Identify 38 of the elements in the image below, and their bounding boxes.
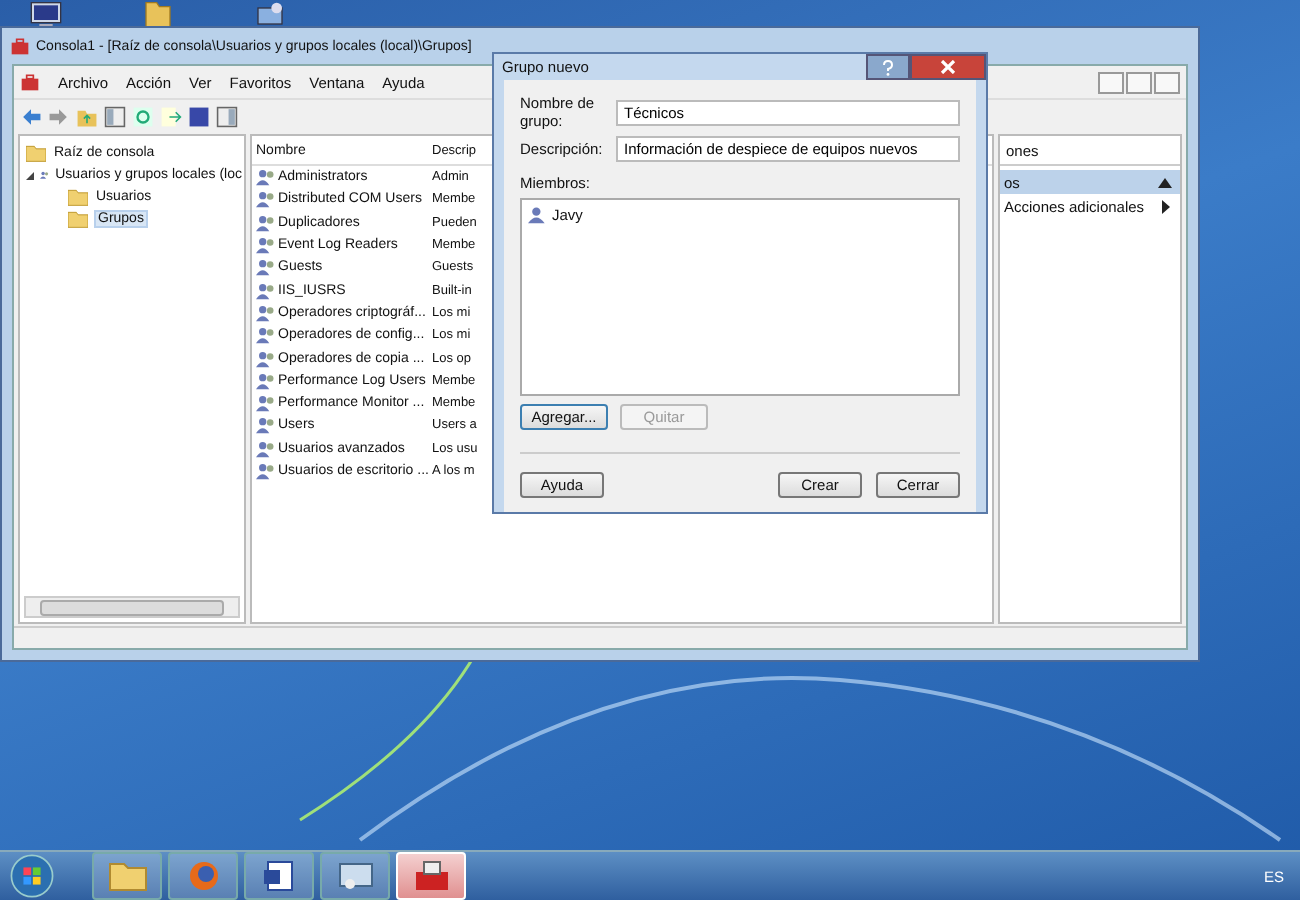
users-icon (256, 303, 276, 322)
start-button[interactable] (6, 852, 58, 900)
close-button[interactable] (910, 54, 986, 80)
taskbar-button[interactable] (320, 852, 390, 900)
up-folder-icon[interactable] (76, 105, 98, 127)
pane-toggle-icon[interactable] (216, 105, 238, 127)
monitor-icon (335, 860, 375, 892)
horizontal-scrollbar[interactable] (24, 596, 240, 618)
users-icon (256, 258, 276, 277)
users-icon (40, 166, 50, 184)
users-icon (256, 349, 276, 368)
users-icon (256, 371, 276, 390)
users-icon (256, 439, 276, 458)
forward-arrow-icon[interactable] (48, 105, 70, 127)
pane-toggle-icon[interactable] (104, 105, 126, 127)
toolbox-icon[interactable] (20, 72, 40, 92)
taskbar-button[interactable] (244, 852, 314, 900)
users-icon (256, 213, 276, 232)
users-icon (256, 462, 276, 480)
users-icon (256, 281, 276, 300)
back-arrow-icon[interactable] (20, 105, 42, 127)
users-icon (256, 326, 276, 345)
users-icon (256, 394, 276, 413)
user-icon (528, 206, 548, 224)
collapse-arrow-icon[interactable] (1158, 177, 1172, 187)
toolbox-icon (10, 36, 30, 56)
document-icon (259, 860, 299, 892)
help-button[interactable] (866, 54, 910, 80)
users-icon (256, 236, 276, 255)
toolbox-icon (411, 860, 451, 892)
refresh-icon[interactable] (132, 105, 154, 127)
users-icon (256, 416, 276, 435)
expand-triangle-icon[interactable] (24, 169, 36, 181)
folder-icon (107, 860, 147, 892)
folder-icon (26, 144, 46, 162)
users-icon (256, 168, 276, 187)
submenu-arrow-icon (1162, 199, 1170, 213)
users-icon (256, 190, 276, 209)
